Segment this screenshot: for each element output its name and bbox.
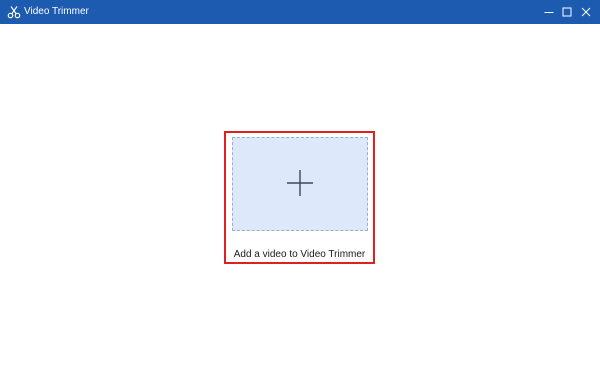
close-button[interactable] — [576, 0, 596, 24]
maximize-button[interactable] — [557, 0, 577, 24]
maximize-icon — [562, 7, 572, 17]
video-trimmer-window: Video Trimmer Add a video to Video Trimm… — [0, 0, 600, 386]
window-title: Video Trimmer — [24, 6, 89, 17]
add-video-drop-zone[interactable] — [232, 137, 368, 231]
scissors-icon — [7, 5, 21, 19]
add-video-label[interactable]: Add a video to Video Trimmer — [226, 248, 373, 262]
close-icon — [581, 7, 591, 17]
plus-icon — [286, 169, 314, 197]
minimize-icon — [544, 7, 554, 17]
minimize-button[interactable] — [539, 0, 559, 24]
title-bar[interactable]: Video Trimmer — [0, 0, 600, 24]
main-content: Add a video to Video Trimmer — [0, 24, 600, 386]
